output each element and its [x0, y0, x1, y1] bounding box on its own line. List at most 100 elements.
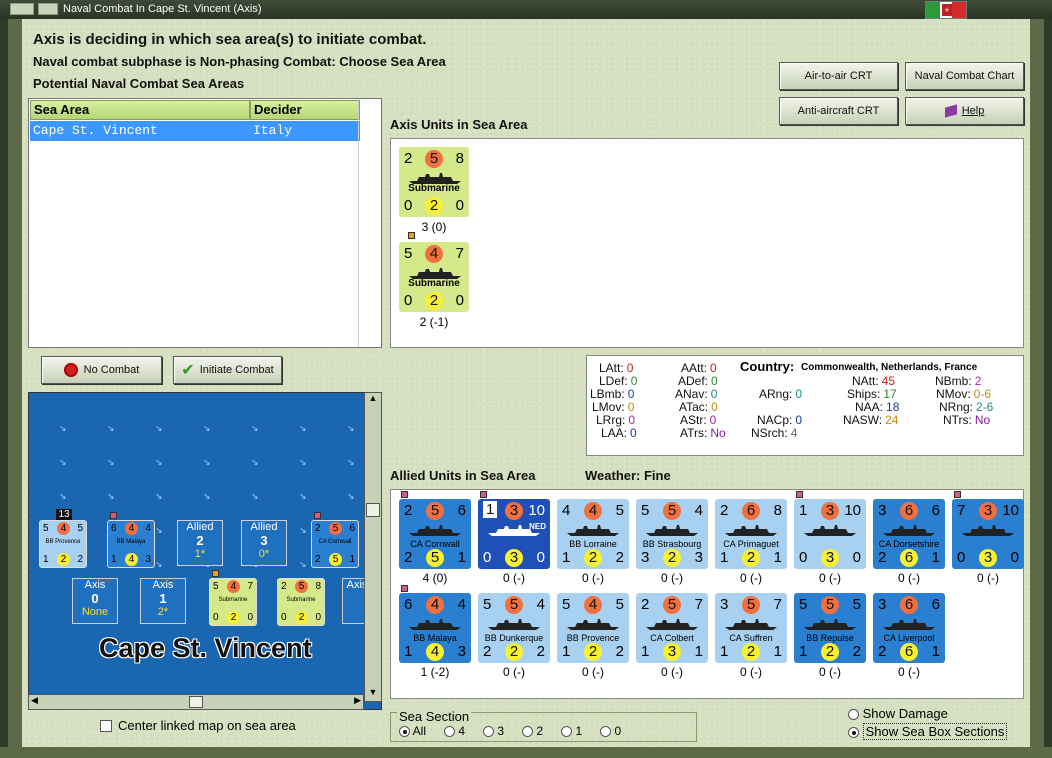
- show-sections-radio[interactable]: [848, 727, 859, 739]
- allied-unit-card[interactable]: 1 3 10 0 3 0 NED: [478, 499, 550, 569]
- air-to-air-crt-button[interactable]: Air-to-air CRT: [779, 62, 898, 90]
- show-damage-radio[interactable]: [848, 709, 859, 721]
- status-message: Axis is deciding in which sea area(s) to…: [33, 31, 427, 48]
- map-horizontal-scrollbar[interactable]: ◀ ▶: [28, 694, 364, 710]
- unit-defense-circle: 4: [584, 502, 602, 520]
- unit-defense-circle: 5: [821, 596, 839, 614]
- no-combat-button[interactable]: No Combat: [41, 356, 162, 384]
- radio-icon[interactable]: [483, 726, 495, 738]
- horizontal-scroll-thumb[interactable]: [189, 696, 203, 708]
- minimize-icon[interactable]: [38, 3, 58, 15]
- map-unit-counter[interactable]: 2 5 8 Submarine 0 2 0: [277, 578, 325, 626]
- unit-range: 7: [455, 245, 464, 262]
- allied-box-4[interactable]: Allied 2 1*: [177, 520, 223, 566]
- help-button[interactable]: Help: [905, 97, 1024, 125]
- table-row-decider[interactable]: Italy: [250, 121, 360, 141]
- unit-asw: 2: [615, 643, 624, 660]
- map-unit-counter[interactable]: 6 4 4 BB Malaya 1 4 3: [107, 520, 155, 568]
- system-menu-icon[interactable]: [10, 3, 34, 15]
- status-marker-icon: [796, 491, 803, 498]
- stat-laa: 0: [630, 426, 637, 440]
- unit-caption: 0 (-): [977, 571, 999, 585]
- center-map-checkbox[interactable]: [100, 720, 112, 732]
- allied-unit-card[interactable]: 2 6 8 CA Primaguet 1 2 1: [715, 499, 787, 569]
- allied-unit-card[interactable]: 2 5 6 CA Cornwall 2 5 1: [399, 499, 471, 569]
- no-combat-label: No Combat: [83, 364, 140, 376]
- map-unit-counter[interactable]: 2 5 6 CA Cornwall 2 5 1: [311, 520, 359, 568]
- allied-unit-card[interactable]: 5 5 5 BB Repulse 1 2 2: [794, 593, 866, 663]
- allied-unit-card[interactable]: 5 5 4 BB Strasbourg 3 2 3: [636, 499, 708, 569]
- unit-asw: 0: [536, 549, 545, 566]
- unit-attack: 1: [799, 502, 808, 519]
- allied-units-label: Allied Units in Sea Area: [390, 468, 536, 483]
- anti-aircraft-crt-button[interactable]: Anti-aircraft CRT: [779, 97, 898, 125]
- axis-box-1[interactable]: Axis 1 2*: [140, 578, 186, 624]
- allied-unit-card[interactable]: 7 3 10 0 3 0: [952, 499, 1024, 569]
- sea-section-option[interactable]: 1: [561, 724, 582, 738]
- unit-range: 8: [773, 502, 782, 519]
- allied-unit-card[interactable]: 3 5 7 CA Suffren 1 2 1: [715, 593, 787, 663]
- column-header-sea-area[interactable]: Sea Area: [30, 100, 250, 120]
- naval-combat-chart-button[interactable]: Naval Combat Chart: [905, 62, 1024, 90]
- sea-section-option[interactable]: 4: [444, 724, 465, 738]
- unit-attack: 2: [720, 502, 729, 519]
- status-marker-icon: [212, 570, 219, 577]
- stat-adef: 0: [711, 374, 718, 388]
- axis-unit-card[interactable]: 2 5 8 Submarine 0 2 0: [399, 147, 469, 217]
- radio-icon[interactable]: [522, 726, 534, 738]
- unit-name: CA Colbert: [650, 633, 694, 643]
- unit-attack: 6: [404, 596, 413, 613]
- sea-section-option[interactable]: All: [399, 724, 426, 738]
- unit-caption: 0 (-): [582, 665, 604, 679]
- unit-aa: 0: [957, 549, 966, 566]
- allied-unit-card[interactable]: 4 4 5 BB Lorraine 1 2 2: [557, 499, 629, 569]
- allied-unit-card[interactable]: 5 4 5 BB Provence 1 2 2: [557, 593, 629, 663]
- initiate-combat-button[interactable]: ✔ Initiate Combat: [173, 356, 282, 384]
- radio-icon[interactable]: [399, 726, 410, 738]
- unit-attack: 3: [878, 596, 887, 613]
- italy-flag-icon: +: [925, 1, 967, 19]
- vertical-scroll-thumb[interactable]: [366, 503, 380, 517]
- allied-unit-card[interactable]: 5 5 4 BB Dunkerque 2 2 2: [478, 593, 550, 663]
- stat-natt: 45: [881, 374, 896, 388]
- axis-box-0[interactable]: Axis 0 None: [72, 578, 118, 624]
- sea-area-map[interactable]: ↘↘↘↘↘↘↘↘↘↘↘↘↘↘↘↘↘↘↘↘↘↘↘↘↘↘↘↘↘↘↘↘↘↘↘ 13 A…: [28, 392, 382, 710]
- table-row-sea-area[interactable]: Cape St. Vincent: [30, 121, 250, 141]
- radio-icon[interactable]: [600, 726, 612, 738]
- allied-unit-card[interactable]: 3 6 6 CA Liverpool 2 6 1: [873, 593, 945, 663]
- allied-box-3[interactable]: Allied 3 0*: [241, 520, 287, 566]
- unit-defense-circle: 4: [425, 245, 443, 263]
- allied-unit-card[interactable]: 2 5 7 CA Colbert 1 3 1: [636, 593, 708, 663]
- map-vertical-scrollbar[interactable]: ▲ ▼: [364, 392, 382, 702]
- radio-icon[interactable]: [444, 726, 456, 738]
- map-title: Cape St. Vincent: [99, 633, 312, 663]
- unit-move-circle: 2: [425, 292, 443, 310]
- stat-nacp: 0: [795, 413, 803, 427]
- sea-section-option[interactable]: 2: [522, 724, 543, 738]
- unit-move-circle: 2: [742, 643, 760, 661]
- unit-aa: 2: [878, 643, 887, 660]
- unit-caption: 4 (0): [422, 571, 448, 585]
- sea-section-option[interactable]: 0: [600, 724, 621, 738]
- allied-unit-card[interactable]: 6 4 4 BB Malaya 1 4 3: [399, 593, 471, 663]
- country-label: Country:: [740, 359, 795, 374]
- map-unit-counter[interactable]: 5 4 7 Submarine 0 2 0: [209, 578, 257, 626]
- unit-name: CA Dorsetshire: [878, 539, 940, 549]
- unit-aa: 0: [483, 549, 492, 566]
- axis-unit-card[interactable]: 5 4 7 Submarine 0 2 0: [399, 242, 469, 312]
- unit-caption: 0 (-): [661, 665, 683, 679]
- unit-move-circle: 2: [584, 549, 602, 567]
- allied-unit-card[interactable]: 1 3 10 0 3 0: [794, 499, 866, 569]
- unit-aa: 2: [483, 643, 492, 660]
- bottom-border: [0, 747, 1052, 758]
- help-button-label: Help: [961, 105, 985, 117]
- column-header-decider[interactable]: Decider: [250, 100, 360, 120]
- unit-move-circle: 3: [821, 549, 839, 567]
- unit-caption: 0 (-): [898, 571, 920, 585]
- radio-icon[interactable]: [561, 726, 573, 738]
- sea-section-option[interactable]: 3: [483, 724, 504, 738]
- unit-move-circle: 2: [742, 549, 760, 567]
- unit-attack: 5: [562, 596, 571, 613]
- map-unit-counter[interactable]: 5 4 5 BB Provence 1 2 2: [39, 520, 87, 568]
- allied-unit-card[interactable]: 3 6 6 CA Dorsetshire 2 6 1: [873, 499, 945, 569]
